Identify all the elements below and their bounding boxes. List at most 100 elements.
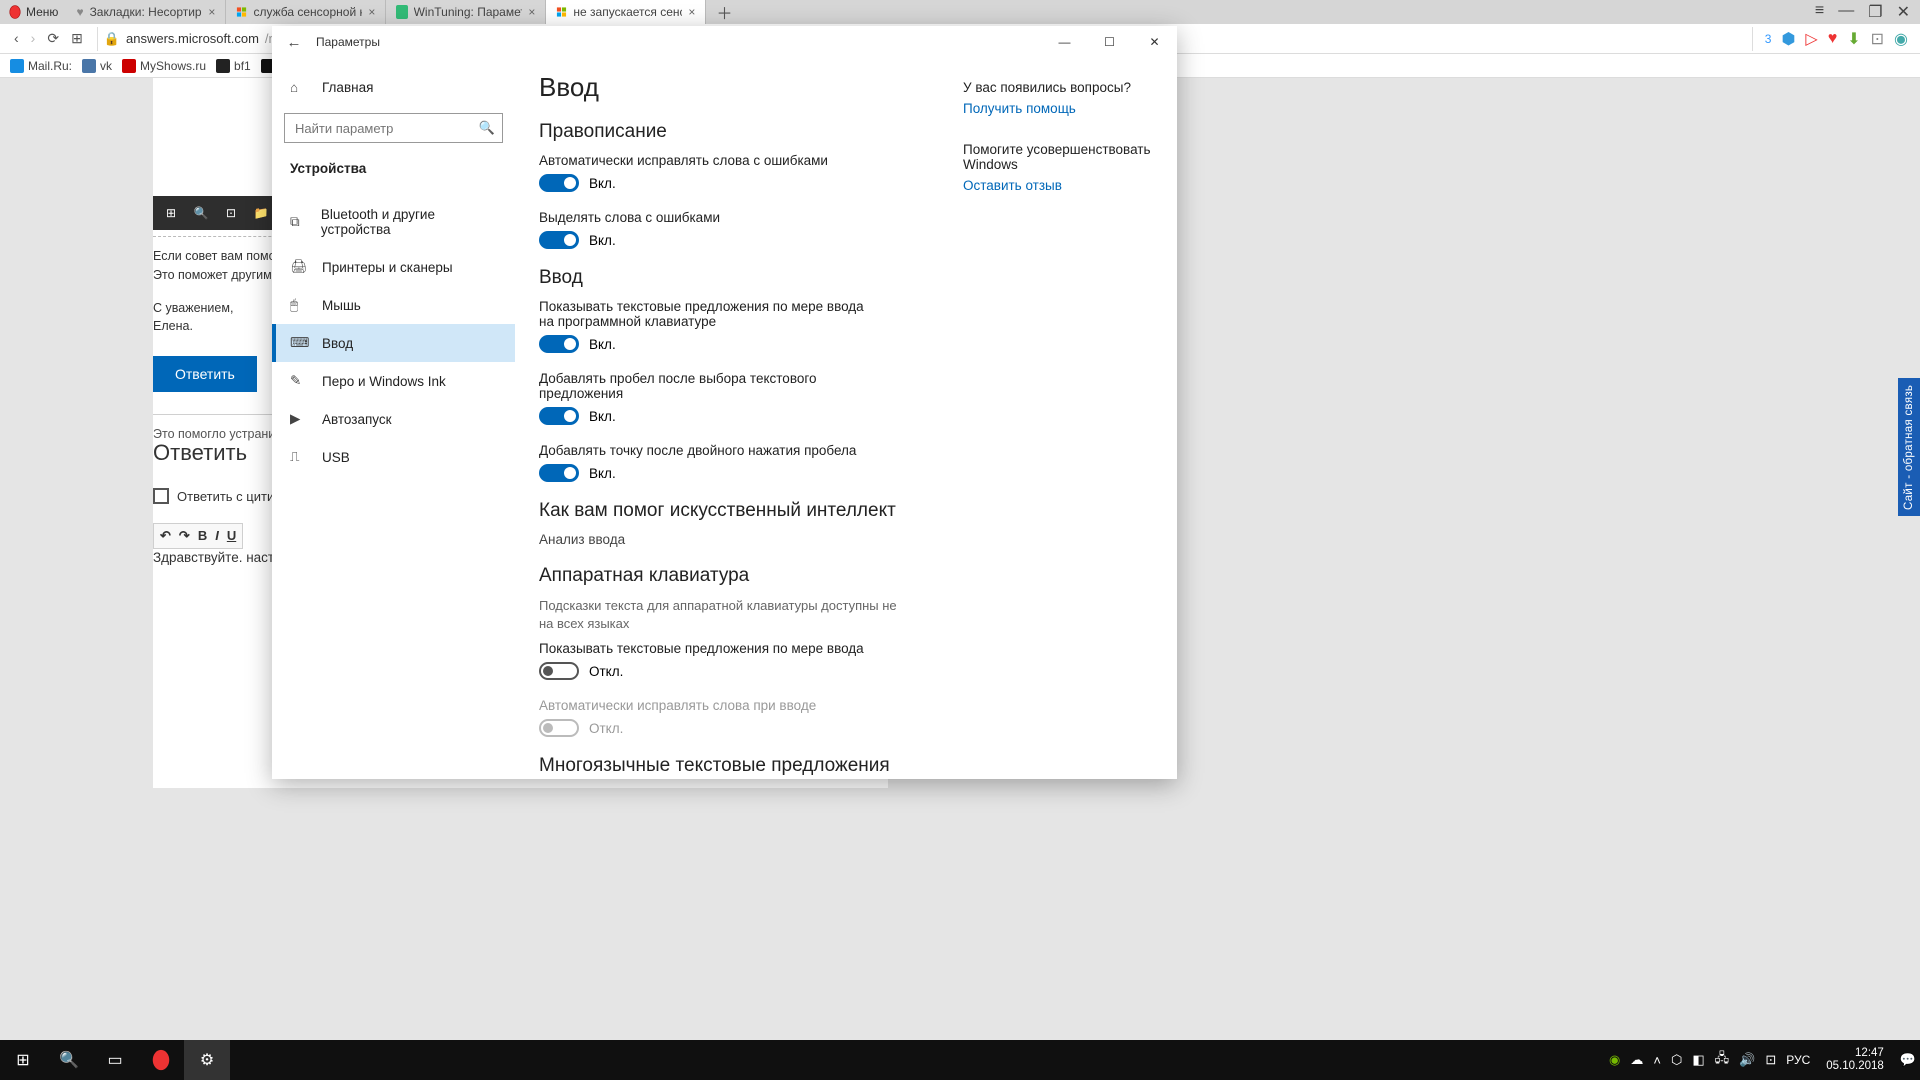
italic-icon[interactable]: I [215,528,219,544]
speed-dial-icon[interactable]: ≡ [1815,2,1824,22]
toggle-suggestions[interactable] [539,335,579,353]
sidebar-item-home[interactable]: ⌂ Главная [272,72,515,103]
tray-icon[interactable]: ⬡ [1671,1052,1682,1068]
sidebar-item-usb[interactable]: ⎍USB [272,438,515,476]
close-icon[interactable]: ✕ [1897,2,1910,22]
search-input[interactable] [284,113,503,143]
sidebar-item-mouse[interactable]: 🖱Мышь [272,286,515,324]
sidebar-item-bluetooth[interactable]: ⧉Bluetooth и другие устройства [272,196,515,248]
chevron-up-icon[interactable]: ˄ [1653,1053,1661,1068]
sidebar-item-pen[interactable]: ✎Перо и Windows Ink [272,362,515,400]
undo-icon[interactable]: ↶ [160,528,171,544]
tab-wintuning[interactable]: WinTuning: Параметры з × [386,0,546,24]
back-icon[interactable]: ← [272,34,316,51]
lock-icon: 🔒 [104,31,120,47]
browser-tabstrip: Меню ♥ Закладки: Несортирован × служба с… [0,0,1920,24]
tray-icon[interactable]: ◧ [1692,1052,1704,1068]
sidebar-item-printers[interactable]: 🖨Принтеры и сканеры [272,248,515,286]
speed-dial-icon[interactable]: ⊞ [71,30,83,47]
bookmark-vk[interactable]: vk [82,59,112,73]
bookmark-mailru[interactable]: Mail.Ru: [10,59,72,73]
toggle-space[interactable] [539,407,579,425]
forward-icon[interactable]: › [31,30,36,47]
tabs: ♥ Закладки: Несортирован × служба сенсор… [66,0,1804,24]
taskview-icon[interactable]: ⊡ [223,205,239,221]
search-icon[interactable]: 🔍 [479,120,495,136]
extension-icon[interactable]: ⊡ [1871,29,1884,49]
settings-taskbar-icon[interactable]: ⚙ [184,1040,230,1080]
reload-icon[interactable]: ⟳ [47,30,59,47]
tray-icon[interactable]: ⊡ [1765,1052,1776,1068]
minimize-icon[interactable]: — [1838,2,1854,22]
close-icon[interactable]: × [528,5,535,19]
back-icon[interactable]: ‹ [14,30,19,47]
toggle-period[interactable] [539,464,579,482]
adblock-badge[interactable]: 3 [1765,32,1772,46]
tab-title: Закладки: Несортирован [90,5,203,19]
shield-icon[interactable]: ⬢ [1781,29,1795,49]
download-icon[interactable]: ⬇ [1847,29,1860,49]
checkbox-icon[interactable] [153,488,169,504]
opera-taskbar-icon[interactable] [138,1040,184,1080]
site-icon [10,59,24,73]
opera-icon [8,5,22,19]
close-icon[interactable]: × [208,5,215,19]
setting-label: Добавлять пробел после выбора текстового… [539,371,869,401]
volume-icon[interactable]: 🔊 [1739,1052,1755,1068]
bookmark-bf1[interactable]: bf1 [216,59,251,73]
toggle-highlight[interactable] [539,231,579,249]
opera-menu[interactable]: Меню [0,5,66,19]
action-center-icon[interactable]: 💬 [1900,1052,1916,1068]
new-tab-button[interactable]: ＋ [706,0,742,24]
feedback-tab[interactable]: Сайт - обратная связь [1898,378,1920,516]
minimize-icon[interactable]: — [1042,26,1087,58]
section-multi: Многоязычные текстовые предложения [539,755,913,777]
bookmark-myshows[interactable]: MyShows.ru [122,59,206,73]
start-button[interactable]: ⊞ [0,1040,46,1080]
redo-icon[interactable]: ↷ [179,528,190,544]
maximize-icon[interactable]: ☐ [1087,26,1132,58]
toggle-hw-suggest[interactable] [539,662,579,680]
heart-icon[interactable]: ♥ [1828,30,1838,48]
site-icon [122,59,136,73]
explorer-icon[interactable]: 📁 [253,205,269,221]
close-icon[interactable]: ✕ [1132,26,1177,58]
toggle-autocorrect[interactable] [539,174,579,192]
quote-checkbox-row[interactable]: Ответить с цитиро [153,488,289,504]
feedback-link[interactable]: Оставить отзыв [963,178,1153,193]
close-icon[interactable]: × [688,5,695,19]
onedrive-icon[interactable]: ☁ [1630,1052,1643,1068]
editor-text[interactable]: Здравствуйте. настро [153,550,289,565]
home-icon: ⌂ [290,80,308,95]
sidebar-item-typing[interactable]: ⌨Ввод [272,324,515,362]
help-link[interactable]: Получить помощь [963,101,1153,116]
tab-title: WinTuning: Параметры з [414,5,523,19]
arrow-icon[interactable]: ▷ [1805,29,1817,49]
search-icon[interactable]: 🔍 [193,205,209,221]
toggle-state: Откл. [589,721,623,736]
hw-subtitle: Подсказки текста для аппаратной клавиату… [539,597,899,633]
tab-answers[interactable]: не запускается сенсорна × [546,0,706,24]
maximize-icon[interactable]: ❐ [1868,2,1882,22]
close-icon[interactable]: × [368,5,375,19]
nvidia-icon[interactable]: ◉ [1609,1052,1620,1068]
tab-bookmarks[interactable]: ♥ Закладки: Несортирован × [66,0,226,24]
clock[interactable]: 12:47 05.10.2018 [1820,1047,1890,1073]
reply-heading: Ответить [153,440,247,466]
ai-link[interactable]: Анализ ввода [539,532,913,547]
bold-icon[interactable]: B [198,528,207,544]
section-hw: Аппаратная клавиатура [539,565,913,587]
vpn-icon[interactable]: ◉ [1894,29,1908,49]
sidebar-item-autoplay[interactable]: ▶Автозапуск [272,400,515,438]
tab-keyboard-service[interactable]: служба сенсорной клави × [226,0,386,24]
sidebar-item-label: Bluetooth и другие устройства [321,207,497,237]
windows-icon[interactable]: ⊞ [163,205,179,221]
menu-label: Меню [26,5,58,19]
underline-icon[interactable]: U [227,528,236,544]
tab-title: не запускается сенсорна [573,5,682,19]
language-indicator[interactable]: РУС [1786,1053,1810,1067]
search-button[interactable]: 🔍 [46,1040,92,1080]
taskview-button[interactable]: ▭ [92,1040,138,1080]
reply-button[interactable]: Ответить [153,356,257,392]
network-icon[interactable]: 🖧 [1715,1049,1730,1071]
